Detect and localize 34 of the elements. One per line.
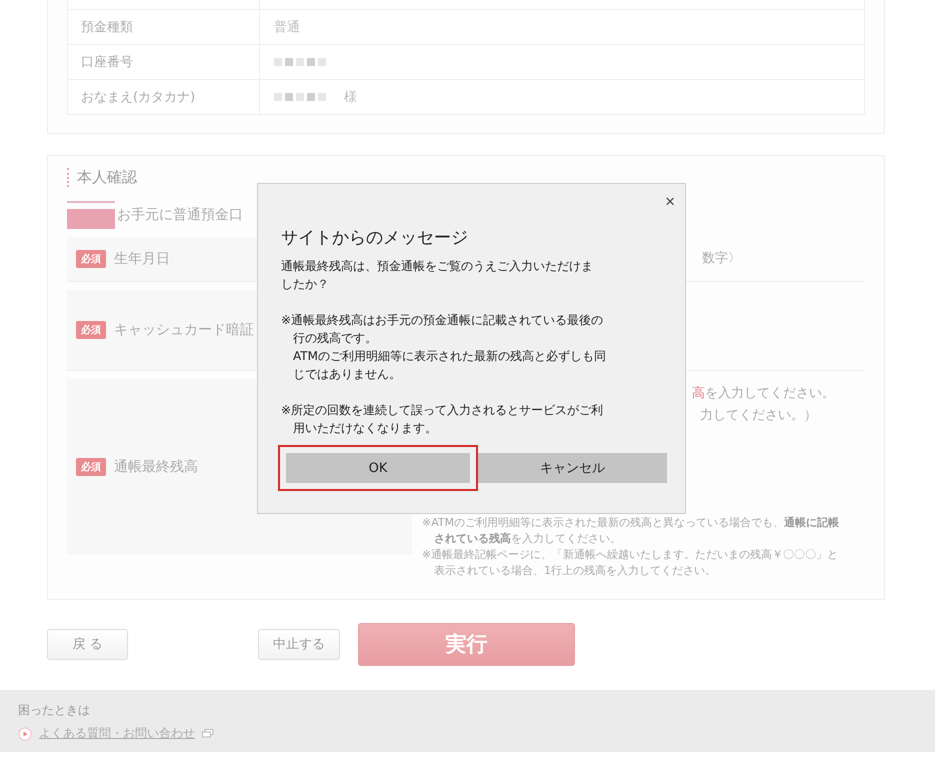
cancel-button[interactable]: 中止する (258, 628, 340, 660)
new-window-icon (202, 729, 214, 738)
dialog-message: ※所定の回数を連続して誤って入力されるとサービスがご利用いただけなくなります。 (281, 402, 604, 437)
table-value: 普通 (274, 18, 300, 36)
required-badge: 必須 (76, 250, 106, 268)
help-heading: 困ったときは (18, 702, 91, 719)
hint-text: 高を入力してください。 (692, 385, 836, 403)
dialog-message: ※通帳最終残高はお手元の預金通帳に記載されている最後の行の残高です。 ATMのご利用明細等に表示された最新の残高と必ずしも同じではありません。 (281, 312, 607, 383)
dialog-message: 通帳最終残高は、預金通帳をご覧のうえご入力いただけましたか？ (281, 258, 594, 293)
execute-button[interactable]: 実行 (358, 622, 575, 666)
required-badge: 必須 (76, 321, 106, 339)
field-label: 通帳最終残高 (114, 458, 198, 476)
ok-button[interactable]: OK (278, 445, 478, 491)
field-label: 生年月日 (114, 250, 170, 268)
faq-link[interactable]: よくある質問・お問い合わせ (39, 725, 195, 742)
required-badge: 必須 (76, 458, 106, 476)
masked-value (274, 93, 326, 101)
note-text: ※通帳最終記帳ページに、「新通帳へ繰越いたします。ただいまの残高￥〇〇〇」と表示されている場合、1行上の残高を入力してください。 (422, 547, 840, 579)
hint-text: 数字〉 (702, 250, 742, 268)
dialog-title: サイトからのメッセージ (281, 227, 469, 249)
table-label: 預金種類 (68, 10, 260, 44)
passbook-icon (67, 201, 115, 229)
honorific-text: 様 (344, 89, 357, 106)
masked-value (274, 58, 326, 66)
hint-text: 力してください。） (699, 407, 818, 425)
table-label: 口座番号 (68, 45, 260, 79)
intro-text: お手元に普通預金口 (117, 206, 243, 224)
table-label: おなまえ(カタカナ) (68, 80, 260, 114)
cancel-dialog-button[interactable]: キャンセル (478, 453, 667, 483)
close-button[interactable]: × (661, 192, 679, 212)
field-label: キャッシュカード暗証 (114, 321, 254, 339)
play-icon (18, 726, 32, 740)
note-text: ※ATMのご利用明細等に表示された最新の残高と異なっている場合でも、通帳に記帳されている残高を入力してください。 (422, 515, 840, 547)
back-button[interactable]: 戻 る (47, 628, 128, 660)
